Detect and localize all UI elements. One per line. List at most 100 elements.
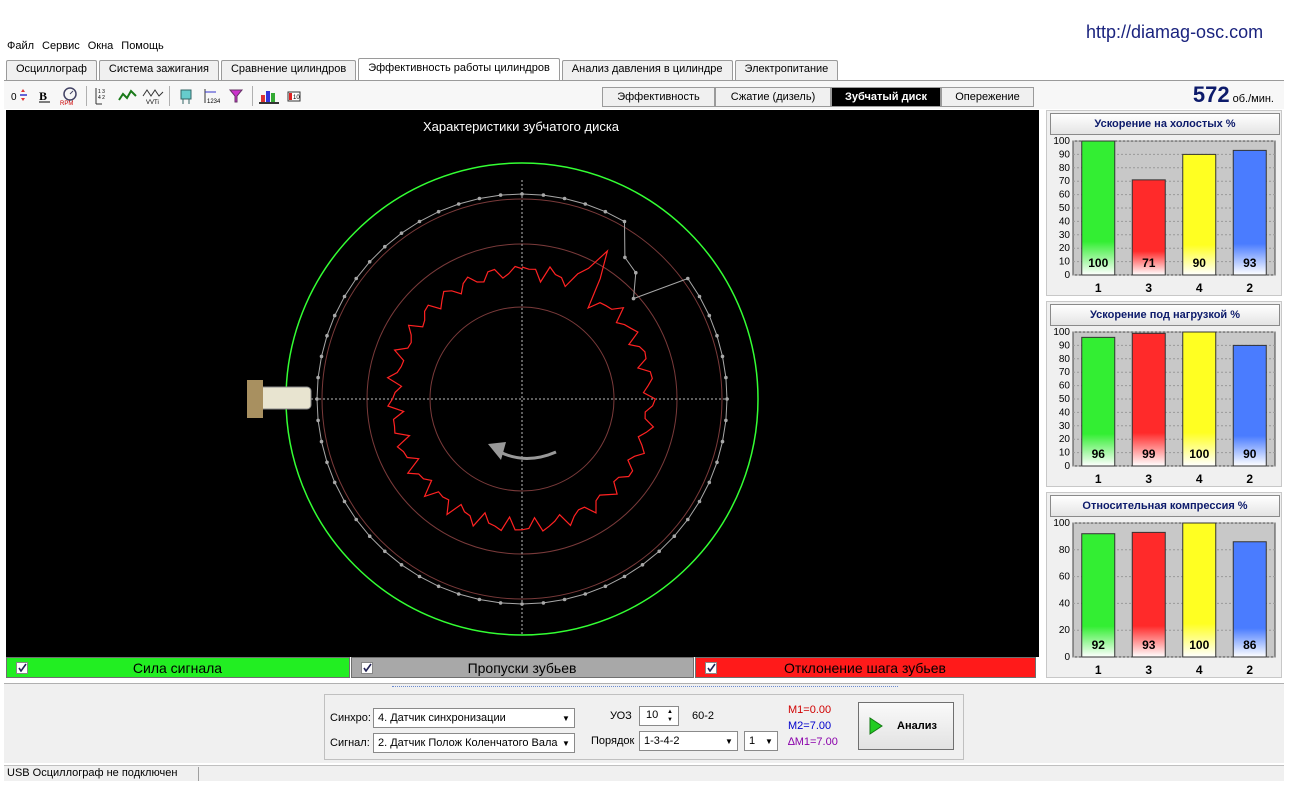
tooth-dot (383, 244, 387, 249)
marker-icon[interactable]: 1234 (200, 85, 222, 107)
chart-title[interactable]: Ускорение под нагрузкой % (1050, 304, 1280, 326)
x-category-label: 1 (1095, 472, 1102, 486)
rpm-icon[interactable]: RPM (59, 85, 81, 107)
chart-title[interactable]: Ускорение на холостых % (1050, 113, 1280, 135)
chevron-down-icon[interactable]: ▼ (558, 709, 574, 727)
y-tick-label: 30 (1059, 230, 1071, 241)
sequence-icon[interactable]: 1 34 2 (92, 85, 114, 107)
spinner-arrows-icon[interactable]: ▲ ▼ (662, 707, 678, 725)
tooth-dot (622, 574, 627, 579)
site-url[interactable]: http://diamag-osc.com (1086, 22, 1263, 43)
tooth-dot (672, 534, 677, 538)
tooth-dot (354, 517, 359, 522)
y-tick-label: 100 (1053, 519, 1070, 529)
tooth-dot (520, 192, 524, 196)
bar-value-label: 100 (1189, 638, 1209, 652)
filter-icon[interactable] (225, 85, 247, 107)
legend-label: Пропуски зубьев (467, 659, 577, 676)
menu-help[interactable]: Помощь (120, 40, 165, 56)
signal-label: Сигнал: (330, 737, 370, 749)
legend-tooth-deviation[interactable]: Отклонение шага зубьев (695, 657, 1036, 678)
tab-power-supply[interactable]: Электропитание (734, 60, 839, 80)
rotation-arrow-head (488, 442, 506, 460)
checkbox-tooth-deviation[interactable] (705, 661, 717, 674)
tooth-dot (715, 333, 719, 338)
tab-oscilloscope[interactable]: Осциллограф (6, 60, 97, 80)
panel-splitter[interactable] (392, 686, 898, 691)
legend-signal-strength[interactable]: Сила сигнала (6, 657, 350, 678)
tooth-dot (622, 219, 627, 224)
wave-icon[interactable] (117, 85, 139, 107)
bar (1182, 331, 1217, 467)
chart-relative-compression: Относительная компрессия % 100 80 60 40 20 0 9… (1046, 492, 1282, 678)
offset-icon[interactable]: 0 (9, 85, 31, 107)
tooth-dot (686, 276, 690, 281)
bar-value-label: 92 (1092, 638, 1106, 652)
tooth-dot (724, 418, 728, 423)
bold-icon[interactable]: B (34, 85, 56, 107)
marker-m1: M1=0.00 (788, 704, 832, 716)
chart-title[interactable]: Относительная компрессия % (1050, 495, 1280, 517)
legend-missing-teeth[interactable]: Пропуски зубьев (351, 657, 694, 678)
tooth-dot (332, 313, 337, 318)
sync-select[interactable]: 4. Датчик синхронизации ▼ (373, 708, 575, 728)
tooth-dot (342, 294, 347, 299)
menu-windows[interactable]: Окна (87, 40, 115, 56)
chevron-down-icon[interactable]: ▼ (761, 732, 777, 750)
x-category-label: 3 (1145, 663, 1152, 677)
checkbox-signal-strength[interactable] (16, 661, 28, 674)
rotation-arrow (499, 450, 557, 460)
tab-ignition[interactable]: Система зажигания (98, 60, 219, 80)
tooth-wheel-plot[interactable]: Характеристики зубчатого диска (6, 110, 1039, 657)
chevron-down-icon[interactable]: ▼ (558, 734, 574, 752)
tooth-dot (583, 202, 588, 206)
y-tick-label: 40 (1059, 407, 1071, 418)
chevron-down-icon[interactable]: ▼ (721, 732, 737, 750)
menu-file[interactable]: Файл (6, 40, 35, 56)
tooth-dot (342, 499, 347, 504)
order-select[interactable]: 1-3-4-2 ▼ (639, 731, 738, 751)
tab-pressure-analysis[interactable]: Анализ давления в цилиндре (561, 60, 733, 80)
tab-cylinder-efficiency[interactable]: Эффективность работы цилиндров (358, 58, 560, 80)
y-tick-label: 90 (1059, 340, 1071, 351)
checkbox-missing-teeth[interactable] (361, 661, 373, 674)
cars-icon[interactable] (258, 85, 280, 107)
bar-value-label: 100 (1088, 256, 1108, 270)
tooth-dot (634, 270, 638, 275)
y-tick-label: 20 (1059, 243, 1071, 254)
y-tick-label: 50 (1059, 394, 1071, 405)
battery-icon[interactable]: 10 (283, 85, 305, 107)
subtab-efficiency[interactable]: Эффективность (602, 87, 715, 107)
tooth-dot (477, 196, 482, 201)
sensor-icon[interactable] (175, 85, 197, 107)
uoz-spinner[interactable]: 10 ▲ ▼ (639, 706, 679, 726)
y-tick-label: 100 (1053, 328, 1070, 338)
subtab-advance[interactable]: Опережение (941, 87, 1034, 107)
analyze-button[interactable]: Анализ (858, 702, 954, 750)
chart-idle-acceleration: Ускорение на холостых % 100 90 80 70 60 50 40 3… (1046, 110, 1282, 296)
subtab-compression-diesel[interactable]: Сжатие (дизель) (715, 87, 831, 107)
uoz-label: УОЗ (610, 710, 632, 722)
cylinder-select[interactable]: 1 ▼ (744, 731, 778, 751)
menu-service[interactable]: Сервис (41, 40, 81, 56)
tab-cylinder-compare[interactable]: Сравнение цилиндров (220, 60, 357, 80)
tooth-dot (456, 592, 461, 596)
tooth-dot (707, 480, 712, 485)
bar-value-label: 100 (1189, 447, 1209, 461)
vvti-icon[interactable]: VVTi (142, 85, 164, 107)
bar-chart-svg: 10090807060504030201001001713904932 (1053, 137, 1276, 295)
tooth-dot (417, 219, 422, 224)
svg-text:RPM: RPM (60, 101, 73, 106)
x-category-label: 2 (1246, 663, 1253, 677)
status-divider (198, 767, 199, 781)
svg-text:4 2: 4 2 (98, 95, 105, 101)
sensor-nut (247, 380, 263, 418)
signal-value: 2. Датчик Полож Коленчатого Вала (378, 737, 558, 749)
signal-select[interactable]: 2. Датчик Полож Коленчатого Вала ▼ (373, 733, 575, 753)
y-tick-label: 0 (1064, 270, 1070, 281)
subtab-tooth-wheel[interactable]: Зубчатый диск (831, 87, 941, 107)
y-tick-label: 70 (1059, 176, 1071, 187)
x-category-label: 4 (1196, 281, 1203, 295)
order-label: Порядок (591, 735, 635, 747)
tooth-dot (725, 397, 729, 401)
